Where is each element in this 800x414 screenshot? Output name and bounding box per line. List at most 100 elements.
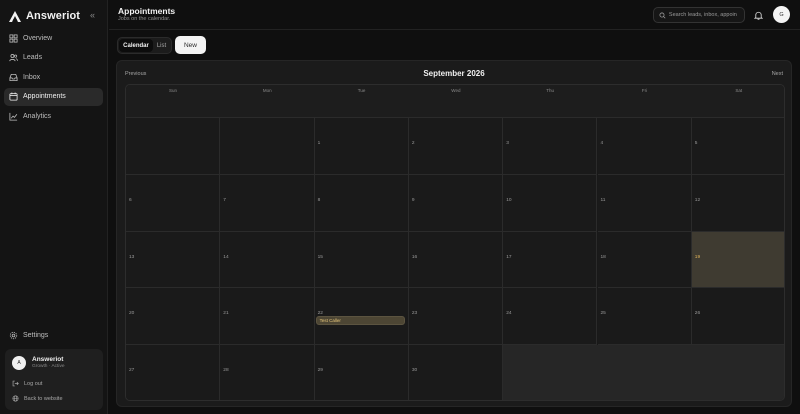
globe-icon xyxy=(12,395,19,402)
calendar-day-3[interactable]: 3 xyxy=(503,118,598,175)
search-icon xyxy=(659,12,666,19)
search-box[interactable] xyxy=(653,7,745,23)
weekday-label: Thu xyxy=(546,88,555,93)
calendar-day-16[interactable]: 16 xyxy=(408,231,504,289)
day-number: 13 xyxy=(129,254,135,260)
sidebar-item-appointments[interactable]: Appointments xyxy=(4,87,103,106)
calendar-day-23[interactable]: 23 xyxy=(408,288,504,346)
day-number: 4 xyxy=(600,141,604,146)
calendar-day-5[interactable]: 5 xyxy=(691,118,784,175)
day-number: 3 xyxy=(506,141,509,146)
day-number: 7 xyxy=(223,197,226,203)
brand-name: Answeriot xyxy=(26,10,81,22)
sidebar-item-label: Inbox xyxy=(23,73,41,81)
header: Appointments Jobs on the calendar. G xyxy=(109,0,800,30)
calendar-day-22[interactable]: 22 Test Caller xyxy=(314,288,409,346)
calendar-day-25[interactable]: 25 xyxy=(597,288,692,346)
settings-label: Settings xyxy=(23,332,49,339)
sidebar-item-analytics[interactable]: Analytics xyxy=(4,107,103,125)
calendar-day-26[interactable]: 26 xyxy=(691,288,784,346)
weekday-label: Wed xyxy=(451,88,461,93)
day-number: 2 xyxy=(411,141,415,146)
layout-grid-icon xyxy=(9,33,18,43)
avatar[interactable]: A xyxy=(12,356,26,370)
calendar-day-1[interactable]: 1 xyxy=(314,118,409,175)
day-number: 16 xyxy=(411,254,418,260)
sidebar-item-label: Analytics xyxy=(23,112,52,120)
day-number: 25 xyxy=(600,311,606,317)
day-number: 19 xyxy=(694,254,701,260)
day-number: 6 xyxy=(129,197,132,203)
day-number: 28 xyxy=(223,368,229,374)
month-label: September 2026 xyxy=(423,69,485,78)
day-number: 23 xyxy=(411,311,418,317)
chevrons-left-icon[interactable]: « xyxy=(90,10,95,20)
calendar-day-14[interactable]: 14 xyxy=(220,231,315,289)
back-to-website-link[interactable]: Back to website xyxy=(12,395,63,402)
sidebar-item-leads[interactable]: Leads xyxy=(4,49,103,67)
calendar-day-27[interactable]: 27 xyxy=(126,345,221,400)
calendar-day-24[interactable]: 24 xyxy=(503,288,598,346)
calendar-grid: Sun Mon Tue Wed Thu Fri Sat 1 2 3 4 5 6 7 8 9 10 11 12 13 1… xyxy=(125,84,785,401)
day-number: 24 xyxy=(506,311,512,317)
sidebar-item-overview[interactable]: Overview xyxy=(4,29,103,47)
calendar-day-28[interactable]: 28 xyxy=(220,345,315,400)
logout-button[interactable]: Log out xyxy=(12,380,42,387)
weekday-label: Sun xyxy=(168,88,177,93)
weekday-header: Sun Mon Tue Wed Thu Fri Sat xyxy=(126,85,784,118)
calendar-panel: Previous September 2026 Next Sun Mon Tue We… xyxy=(116,60,792,407)
sidebar-item-inbox[interactable]: Inbox xyxy=(4,68,103,86)
next-month-button[interactable]: Next xyxy=(772,71,783,77)
calendar-day-21[interactable]: 21 xyxy=(220,288,315,346)
tab-calendar[interactable]: Calendar xyxy=(119,39,153,52)
calendar-day-18[interactable]: 18 xyxy=(597,231,692,289)
calendar-day-9[interactable]: 9 xyxy=(408,174,504,232)
weekday-label: Fri xyxy=(641,88,648,93)
inbox-icon xyxy=(9,73,18,81)
day-number: 15 xyxy=(317,254,323,260)
sidebar-item-label: Appointments xyxy=(23,93,66,100)
calendar-day-empty[interactable] xyxy=(220,118,315,175)
calendar-day-empty[interactable] xyxy=(126,118,221,175)
calendar-day-19[interactable]: 19 xyxy=(691,231,784,289)
weekday-label: Tue xyxy=(357,88,366,93)
calendar-day-7[interactable]: 7 xyxy=(220,174,315,232)
calendar-day-10[interactable]: 10 xyxy=(503,174,598,232)
day-number: 14 xyxy=(223,254,229,260)
day-number: 9 xyxy=(411,197,415,203)
calendar-day-4[interactable]: 4 xyxy=(597,118,692,175)
day-number: 20 xyxy=(129,311,135,317)
calendar-day-2[interactable]: 2 xyxy=(408,118,504,175)
view-toggle: Calendar List xyxy=(117,37,172,54)
avatar[interactable]: G xyxy=(773,6,790,23)
calendar-day-17[interactable]: 17 xyxy=(503,231,598,289)
calendar-icon xyxy=(9,92,18,101)
appointment-event[interactable]: Test Caller xyxy=(315,316,405,326)
sidebar-item-settings[interactable]: Settings xyxy=(9,331,48,340)
users-icon xyxy=(9,54,18,62)
brand[interactable]: Answeriot xyxy=(8,8,80,24)
sidebar: Answeriot « Overview Leads Inbox Appoint… xyxy=(0,0,108,414)
calendar-day-13[interactable]: 13 xyxy=(126,231,221,289)
calendar-day-15[interactable]: 15 xyxy=(314,231,409,289)
gear-icon xyxy=(9,331,18,340)
calendar-day-11[interactable]: 11 xyxy=(597,174,692,232)
calendar-day-12[interactable]: 12 xyxy=(691,174,784,232)
calendar-day-8[interactable]: 8 xyxy=(314,174,409,232)
search-input[interactable] xyxy=(668,12,744,18)
day-number: 5 xyxy=(694,141,698,146)
new-appointment-button[interactable]: New xyxy=(175,36,206,54)
page-title: Appointments xyxy=(118,6,176,16)
calendar-day-20[interactable]: 20 xyxy=(126,288,221,346)
logout-icon xyxy=(12,380,19,387)
user-plan: Growth · Active xyxy=(32,364,65,369)
tab-list[interactable]: List xyxy=(153,39,170,52)
day-number: 12 xyxy=(694,197,701,203)
sidebar-item-label: Leads xyxy=(23,54,43,61)
notifications-button[interactable] xyxy=(751,8,765,22)
day-number: 29 xyxy=(317,368,323,374)
calendar-day-6[interactable]: 6 xyxy=(126,174,221,232)
calendar-day-29[interactable]: 29 xyxy=(314,345,409,400)
sidebar-item-label: Overview xyxy=(23,34,53,42)
calendar-day-30[interactable]: 30 xyxy=(408,345,504,400)
